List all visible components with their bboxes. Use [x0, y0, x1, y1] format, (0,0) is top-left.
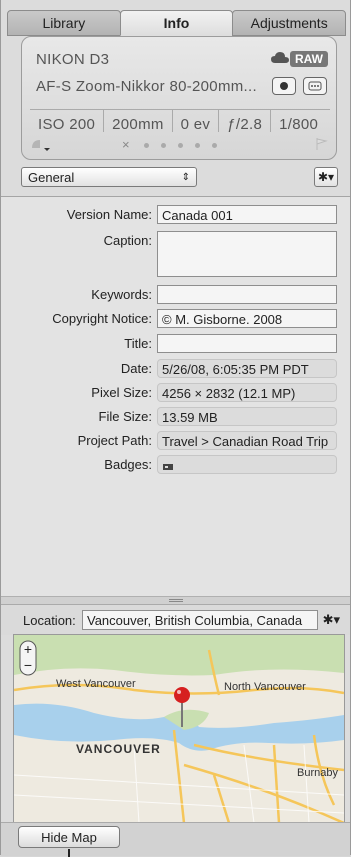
rating-dot[interactable] [212, 143, 217, 149]
keywords-input[interactable] [157, 285, 337, 304]
field-title: Title: [1, 334, 350, 354]
metadata-fields: Version Name: Canada 001 Caption: Keywor… [1, 196, 350, 597]
field-label: Project Path: [77, 433, 152, 448]
zoom-in-icon[interactable]: + [24, 641, 32, 657]
metadata-view-value: General [28, 170, 75, 185]
field-badges: Badges: [1, 455, 350, 475]
title-input[interactable] [157, 334, 337, 353]
field-file-size: File Size: 13.59 MB [1, 407, 350, 427]
field-label: Pixel Size: [91, 385, 152, 400]
focal-length-value: 200mm [104, 110, 173, 133]
project-path-value: Travel > Canadian Road Trip [157, 431, 337, 450]
zoom-out-icon[interactable]: − [24, 657, 32, 673]
version-name-input[interactable]: Canada 001 [157, 205, 337, 224]
date-value: 5/26/08, 6:05:35 PM PDT [157, 359, 337, 378]
location-gear-icon[interactable]: ✱▾ [323, 612, 340, 628]
metadata-view-select[interactable]: General ⇕ [21, 167, 197, 187]
metadata-grid-button[interactable] [303, 77, 327, 95]
tab-bar: Library Info Adjustments [7, 10, 347, 36]
iso-value: ISO 200 [30, 110, 105, 133]
cloud-icon [271, 52, 289, 63]
field-caption: Caption: [1, 231, 350, 279]
rating-dot[interactable] [195, 143, 200, 149]
tab-library[interactable]: Library [7, 10, 121, 36]
select-arrow-icon: ⇕ [181, 172, 190, 183]
field-version-name: Version Name: Canada 001 [1, 205, 350, 225]
caption-input[interactable] [157, 231, 337, 277]
reject-icon[interactable]: × [122, 137, 130, 152]
location-bar: Location: Vancouver, British Columbia, C… [1, 604, 350, 635]
pixel-size-value: 4256 × 2832 (12.1 MP) [157, 383, 337, 402]
map-label-vancouver: VANCOUVER [76, 742, 161, 756]
field-label: Keywords: [91, 287, 152, 302]
map-view[interactable]: West Vancouver North Vancouver VANCOUVER… [13, 634, 345, 824]
field-keywords: Keywords: [1, 285, 350, 305]
map-zoom-controls: + − [19, 640, 37, 676]
field-label: Caption: [103, 233, 152, 248]
text-cursor [68, 849, 70, 857]
map-label-burnaby: Burnaby [297, 767, 338, 779]
tab-adjustments[interactable]: Adjustments [232, 10, 347, 36]
record-icon [280, 82, 288, 90]
rating-dot[interactable] [178, 143, 183, 149]
color-label-icon[interactable] [30, 137, 52, 153]
hide-map-button[interactable]: Hide Map [18, 826, 120, 848]
badges-value [157, 455, 337, 474]
rating-row: × [30, 137, 330, 155]
map-canvas[interactable]: West Vancouver North Vancouver VANCOUVER… [14, 635, 344, 823]
exposure-params: ISO 200 200mm 0 ev ƒ/2.8 1/800 [30, 109, 330, 133]
inspector-panel: Library Info Adjustments NIKON D3 RAW AF… [0, 0, 351, 857]
rating-dot[interactable] [161, 143, 166, 149]
field-label: Badges: [104, 457, 152, 472]
record-button[interactable] [272, 77, 296, 95]
field-label: File Size: [98, 409, 152, 424]
field-date: Date: 5/26/08, 6:05:35 PM PDT [1, 359, 350, 379]
gear-icon: ✱▾ [317, 170, 335, 184]
raw-badge: RAW [290, 51, 328, 67]
map-label-north-vancouver: North Vancouver [224, 681, 306, 693]
field-label: Version Name: [66, 207, 152, 222]
location-input[interactable]: Vancouver, British Columbia, Canada [82, 610, 318, 630]
exif-summary: NIKON D3 RAW AF-S Zoom-Nikkor 80-200mm..… [21, 36, 337, 160]
field-label: Title: [124, 336, 152, 351]
aperture-value: ƒ/2.8 [219, 110, 272, 133]
file-size-value: 13.59 MB [157, 407, 337, 426]
copyright-input[interactable]: © M. Gisborne. 2008 [157, 309, 337, 328]
rating-dot[interactable] [144, 143, 149, 149]
grid-icon [308, 81, 322, 91]
map-label-west-vancouver: West Vancouver [56, 678, 136, 690]
exposure-bias-value: 0 ev [173, 110, 220, 133]
field-copyright: Copyright Notice: © M. Gisborne. 2008 [1, 309, 350, 329]
map-footer: Hide Map [1, 822, 350, 857]
tab-info[interactable]: Info [119, 10, 234, 36]
shutter-value: 1/800 [279, 116, 319, 133]
metadata-view-bar: General ⇕ ✱▾ [1, 165, 350, 195]
field-label: Date: [120, 361, 152, 376]
flag-icon[interactable] [314, 137, 328, 151]
rating-stars[interactable] [138, 137, 223, 155]
metadata-gear-button[interactable]: ✱▾ [314, 167, 338, 187]
field-label: Copyright Notice: [52, 311, 152, 326]
grip-icon[interactable] [169, 599, 183, 602]
camera-model: NIKON D3 [36, 51, 110, 68]
lens-model: AF-S Zoom-Nikkor 80-200mm... [36, 78, 257, 95]
location-label: Location: [23, 613, 76, 628]
field-project-path: Project Path: Travel > Canadian Road Tri… [1, 431, 350, 451]
badge-icon [163, 463, 173, 470]
field-pixel-size: Pixel Size: 4256 × 2832 (12.1 MP) [1, 383, 350, 403]
